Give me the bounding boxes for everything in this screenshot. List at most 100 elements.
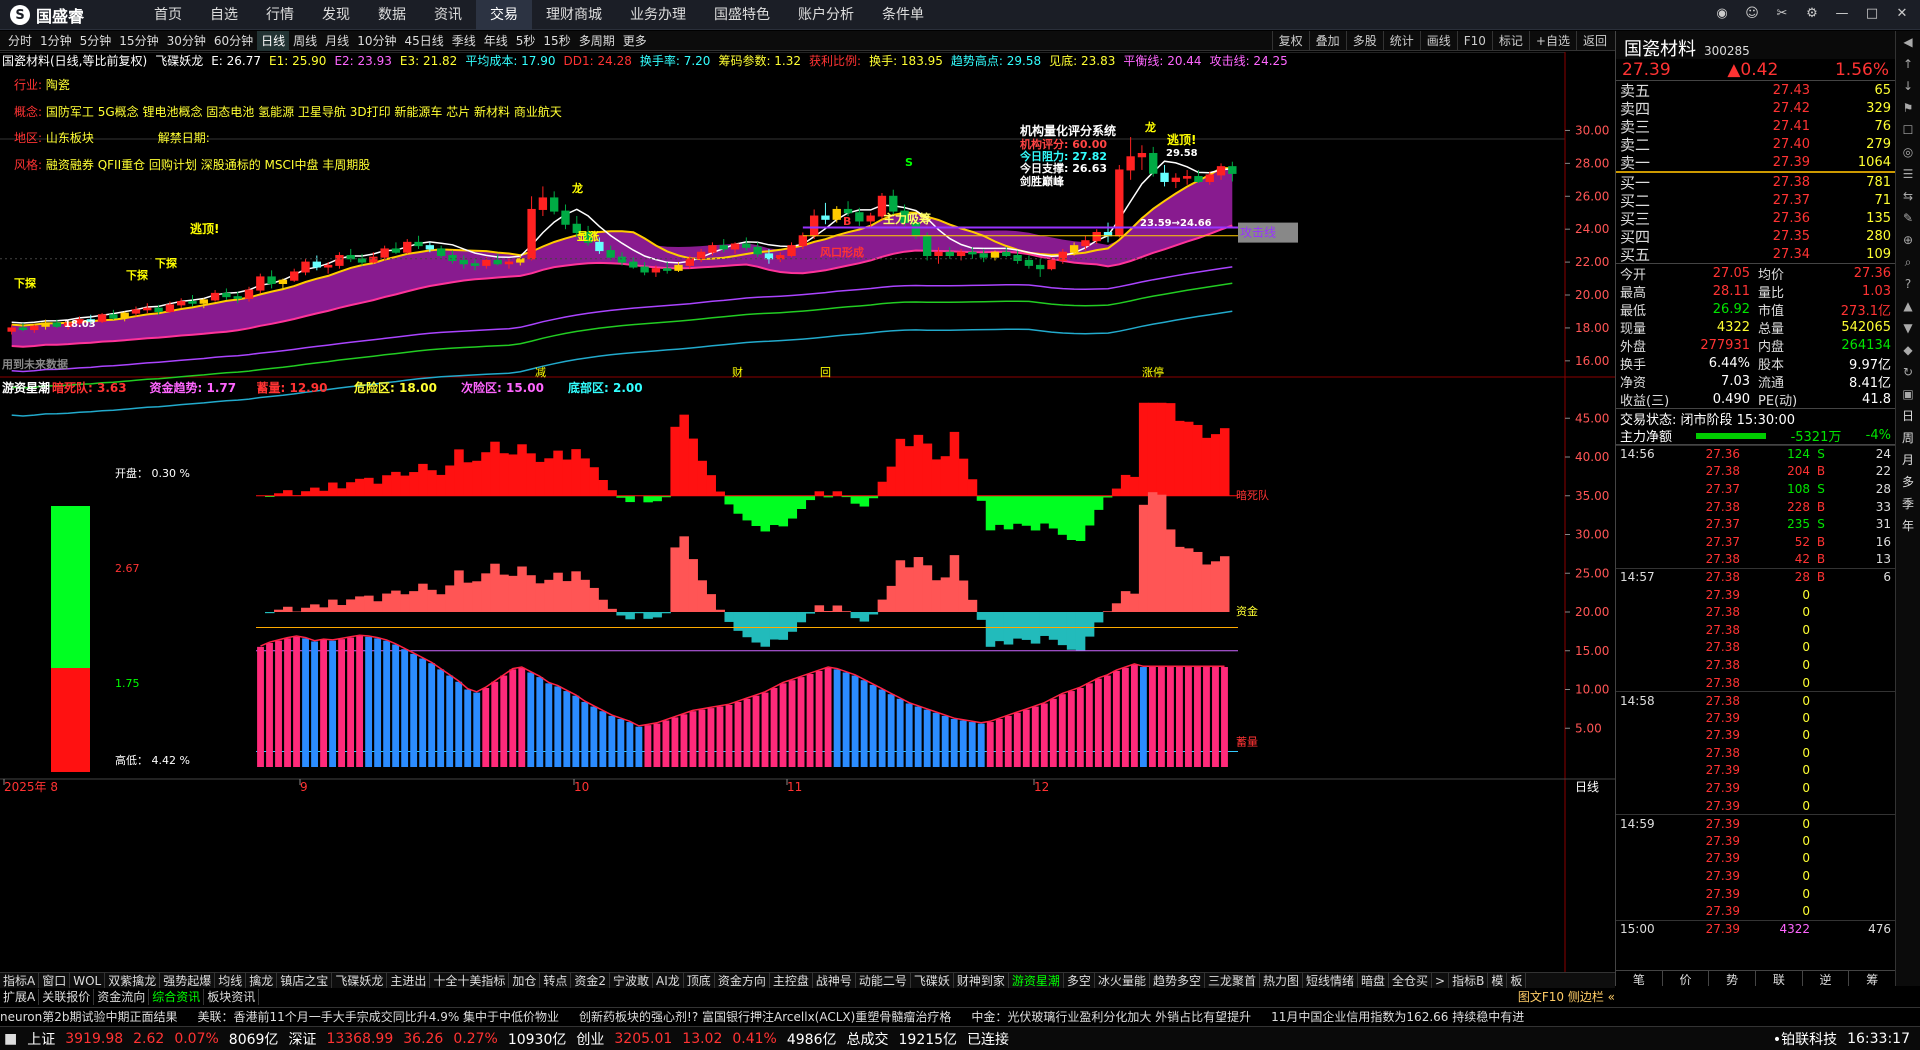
- candle-body[interactable]: [934, 251, 943, 257]
- side-period-tab[interactable]: 年: [1896, 515, 1920, 537]
- candle-body[interactable]: [222, 292, 231, 298]
- book-row[interactable]: 卖一 27.39 1064: [1616, 153, 1895, 172]
- indicator-tab[interactable]: 擒龙: [246, 973, 278, 988]
- chart-tool-button[interactable]: 返回: [1575, 31, 1613, 51]
- indicator-tab[interactable]: 短线情绪: [1303, 973, 1359, 988]
- candle-body[interactable]: [323, 264, 333, 268]
- maximize-icon[interactable]: □: [1862, 4, 1882, 24]
- message-icon[interactable]: ◉: [1712, 4, 1732, 24]
- menu-item[interactable]: 账户分析: [784, 0, 868, 30]
- side-tool-icon[interactable]: ▲: [1896, 295, 1920, 317]
- side-tool-icon[interactable]: ◆: [1896, 339, 1920, 361]
- indicator-tab[interactable]: 暗盘: [1358, 973, 1390, 988]
- info-tab[interactable]: 资金流向: [94, 989, 150, 1005]
- chart-tool-button[interactable]: F10: [1456, 31, 1492, 51]
- candle-body[interactable]: [335, 255, 344, 266]
- candle-body[interactable]: [595, 241, 604, 252]
- menu-item[interactable]: 数据: [364, 0, 420, 30]
- candle-body[interactable]: [956, 251, 966, 257]
- candle-body[interactable]: [696, 251, 706, 260]
- candle-body[interactable]: [188, 301, 197, 304]
- side-tool-icon[interactable]: ⇆: [1896, 185, 1920, 207]
- candle-body[interactable]: [165, 304, 175, 312]
- candle-body[interactable]: [482, 259, 491, 266]
- news-item[interactable]: 中金：光伏玻璃行业盈利分化加大 外销占比有望提升: [971, 1008, 1251, 1025]
- candle-body[interactable]: [663, 268, 672, 271]
- indicator-tab[interactable]: 飞碟妖龙: [332, 973, 388, 988]
- menu-item[interactable]: 国盛特色: [700, 0, 784, 30]
- candle-body[interactable]: [301, 261, 310, 273]
- candle-body[interactable]: [120, 312, 129, 319]
- indicator-tab[interactable]: 三龙聚首: [1205, 973, 1260, 988]
- indicator-tab[interactable]: 窗口: [39, 973, 71, 988]
- candle-body[interactable]: [470, 263, 480, 266]
- candle-body[interactable]: [809, 215, 819, 237]
- indicator-tab[interactable]: 飞碟妖: [911, 973, 954, 988]
- period-tab[interactable]: 月线: [321, 31, 353, 51]
- minimize-icon[interactable]: —: [1832, 4, 1852, 24]
- quote-tab[interactable]: 势: [1709, 971, 1757, 987]
- indicator-tab[interactable]: 板: [1507, 973, 1527, 988]
- chart-tool-button[interactable]: 多股: [1345, 31, 1383, 51]
- indicator-tab[interactable]: AI龙: [653, 973, 684, 988]
- candle-body[interactable]: [968, 251, 977, 255]
- quote-tab[interactable]: 笔: [1616, 971, 1663, 987]
- quote-tab[interactable]: 筹: [1849, 971, 1897, 987]
- candle-body[interactable]: [448, 255, 457, 261]
- kline-chart[interactable]: 30.00 28.00 26.00 24.00 22.00 20.00 18.00 16.00…: [0, 52, 1615, 972]
- news-item[interactable]: 创新药板块的强心剂!? 富国银行押注Arcellx(ACLX)重塑骨髓瘤治疗格: [579, 1008, 951, 1025]
- candle-body[interactable]: [1069, 245, 1079, 253]
- candle-body[interactable]: [210, 292, 220, 301]
- candle-body[interactable]: [425, 245, 435, 250]
- candle-body[interactable]: [1002, 251, 1011, 257]
- candle-body[interactable]: [821, 215, 830, 220]
- side-period-tab[interactable]: 月: [1896, 449, 1920, 471]
- candle-body[interactable]: [1160, 172, 1169, 182]
- candle-body[interactable]: [708, 245, 717, 253]
- candle-body[interactable]: [459, 259, 468, 265]
- side-tool-icon[interactable]: ☰: [1896, 163, 1920, 185]
- candle-body[interactable]: [753, 246, 762, 255]
- side-tool-icon[interactable]: ⊕: [1896, 229, 1920, 251]
- candle-body[interactable]: [369, 256, 378, 263]
- side-tool-icon[interactable]: ?: [1896, 273, 1920, 295]
- period-tab[interactable]: 5秒: [512, 31, 540, 51]
- book-row[interactable]: 卖四 27.42 329: [1616, 99, 1895, 118]
- candle-body[interactable]: [1137, 152, 1147, 158]
- chart-tool-button[interactable]: +自选: [1528, 31, 1576, 51]
- indicator-tab[interactable]: 全仓买: [1389, 973, 1433, 988]
- indicator-tab[interactable]: 主进出: [387, 973, 431, 988]
- period-tab[interactable]: 15分钟: [115, 31, 162, 51]
- chart-tool-button[interactable]: 叠加: [1308, 31, 1346, 51]
- chart-tool-button[interactable]: 画线: [1419, 31, 1457, 51]
- candle-body[interactable]: [730, 243, 740, 250]
- book-row[interactable]: 卖二 27.40 279: [1616, 135, 1895, 154]
- period-tab[interactable]: 45日线: [400, 31, 447, 51]
- menu-item[interactable]: 自选: [196, 0, 252, 30]
- info-tab[interactable]: 扩展A: [0, 989, 40, 1005]
- side-tool-icon[interactable]: ◎: [1896, 141, 1920, 163]
- book-row[interactable]: 买一 27.38 781: [1616, 173, 1895, 192]
- indicator-tab[interactable]: 游资星潮: [1009, 973, 1064, 988]
- candle-body[interactable]: [109, 314, 118, 319]
- skin-icon[interactable]: ✂: [1772, 4, 1792, 24]
- candle-body[interactable]: [199, 299, 208, 304]
- candle-body[interactable]: [527, 208, 536, 260]
- news-item[interactable]: neuron第2b期试验中期正面结果: [0, 1008, 177, 1025]
- indicator-tab[interactable]: 动能二号: [856, 973, 911, 988]
- candle-body[interactable]: [233, 296, 242, 299]
- period-tab[interactable]: 10分钟: [353, 31, 400, 51]
- side-period-tab[interactable]: 季: [1896, 493, 1920, 515]
- candle-body[interactable]: [30, 325, 39, 331]
- candle-body[interactable]: [177, 301, 186, 306]
- candle-body[interactable]: [267, 276, 276, 284]
- book-row[interactable]: 买五 27.34 109: [1616, 245, 1895, 264]
- menu-item[interactable]: 行情: [252, 0, 308, 30]
- indicator-tab[interactable]: 模: [1488, 973, 1508, 988]
- indicator-tab[interactable]: 镇店之宝: [277, 973, 333, 988]
- indicator-tab[interactable]: >: [1432, 973, 1450, 988]
- candle-body[interactable]: [403, 241, 412, 253]
- chart-tool-button[interactable]: 统计: [1382, 31, 1420, 51]
- period-tab[interactable]: 60分钟: [210, 31, 257, 51]
- book-row[interactable]: 卖三 27.41 76: [1616, 117, 1895, 136]
